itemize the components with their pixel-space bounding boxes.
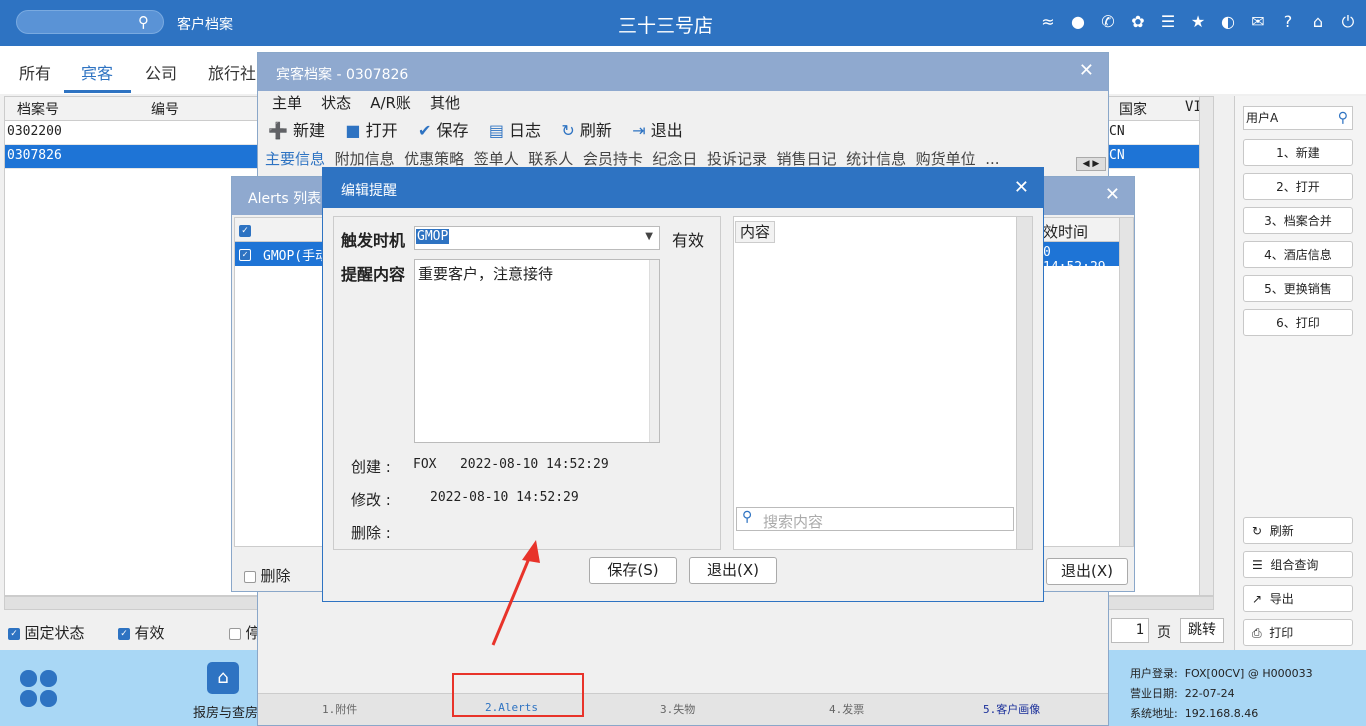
- annotation-box: [452, 673, 584, 717]
- annotation-arrow-shaft: [491, 555, 532, 646]
- annotation-arrow: [491, 540, 540, 646]
- annotation-arrow-head: [522, 540, 540, 563]
